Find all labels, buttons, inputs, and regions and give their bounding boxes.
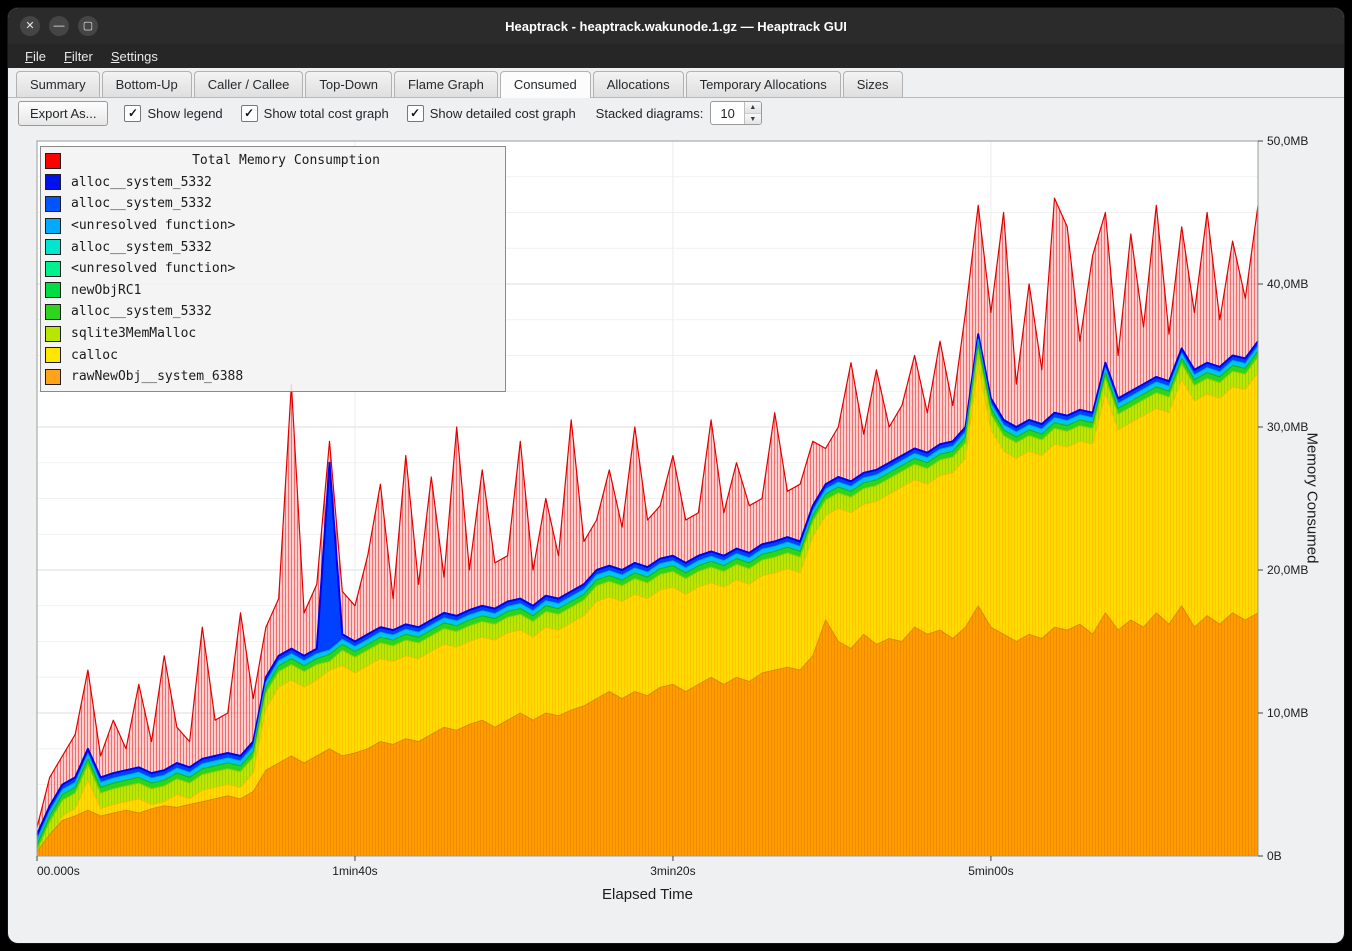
app-window: Heaptrack - heaptrack.wakunode.1.gz — He… — [8, 8, 1344, 943]
close-button[interactable]: ✕ — [20, 16, 40, 36]
y-tick-label: 50,0MB — [1267, 134, 1308, 148]
spin-buttons: ▲ ▼ — [744, 102, 761, 124]
legend-label: alloc__system_5332 — [71, 240, 212, 255]
checkbox-label: Show legend — [147, 106, 222, 121]
legend-label: <unresolved function> — [71, 218, 235, 233]
stacked-diagrams-spinbox[interactable]: 10 ▲ ▼ — [710, 101, 761, 125]
chart-legend: Total Memory Consumption alloc__system_53… — [40, 146, 506, 392]
legend-label: rawNewObj__system_6388 — [71, 369, 243, 384]
legend-title: Total Memory Consumption — [71, 153, 501, 168]
checkbox-box[interactable]: ✓ — [241, 105, 258, 122]
stacked-diagrams-label: Stacked diagrams: — [596, 106, 704, 121]
toolbar: Export As... ✓ Show legend ✓ Show total cos… — [8, 98, 1344, 128]
legend-item: alloc__system_5332 — [45, 301, 501, 323]
titlebar: Heaptrack - heaptrack.wakunode.1.gz — He… — [8, 8, 1344, 44]
legend-swatch — [45, 261, 61, 277]
tab-temporary-allocations[interactable]: Temporary Allocations — [686, 71, 841, 97]
menu-filter[interactable]: Filter — [55, 47, 102, 66]
tab-bottom-up[interactable]: Bottom-Up — [102, 71, 192, 97]
chart-area: 00.000s 1min40s 3min20s 5min00s 0B 10,0MB 20,0… — [8, 128, 1344, 943]
legend-label: <unresolved function> — [71, 261, 235, 276]
spin-up-button[interactable]: ▲ — [745, 102, 761, 114]
legend-item: alloc__system_5332 — [45, 236, 501, 258]
legend-swatch — [45, 239, 61, 255]
x-tick-label: 1min40s — [332, 864, 377, 878]
checkbox-label: Show detailed cost graph — [430, 106, 576, 121]
menu-file[interactable]: File — [16, 47, 55, 66]
legend-swatch — [45, 174, 61, 190]
y-tick-label: 20,0MB — [1267, 563, 1308, 577]
legend-label: alloc__system_5332 — [71, 304, 212, 319]
legend-item: alloc__system_5332 — [45, 193, 501, 215]
y-tick-label: 40,0MB — [1267, 277, 1308, 291]
maximize-button[interactable]: ▢ — [78, 16, 98, 36]
toolbar-checkboxes: ✓ Show legend ✓ Show total cost graph ✓ Show … — [124, 105, 575, 122]
stacked-diagrams-group: Stacked diagrams: 10 ▲ ▼ — [596, 101, 762, 125]
legend-item: <unresolved function> — [45, 258, 501, 280]
y-tick-label: 10,0MB — [1267, 706, 1308, 720]
legend-swatch — [45, 218, 61, 234]
legend-label: sqlite3MemMalloc — [71, 326, 196, 341]
checkbox-label: Show total cost graph — [264, 106, 389, 121]
tab-consumed[interactable]: Consumed — [500, 71, 591, 98]
stacked-diagrams-value[interactable]: 10 — [711, 102, 743, 124]
tab-top-down[interactable]: Top-Down — [305, 71, 392, 97]
legend-swatch — [45, 347, 61, 363]
window-controls: ✕ — ▢ — [8, 16, 98, 36]
legend-label: newObjRC1 — [71, 283, 141, 298]
legend-item: calloc — [45, 344, 501, 366]
checkbox-show-total-cost-graph[interactable]: ✓ Show total cost graph — [241, 105, 389, 122]
legend-title-row: Total Memory Consumption — [45, 150, 501, 172]
legend-item: rawNewObj__system_6388 — [45, 366, 501, 388]
legend-item: <unresolved function> — [45, 215, 501, 237]
legend-label: alloc__system_5332 — [71, 175, 212, 190]
window-title: Heaptrack - heaptrack.wakunode.1.gz — He… — [8, 19, 1344, 34]
x-tick-label: 00.000s — [37, 864, 80, 878]
legend-swatch — [45, 369, 61, 385]
tab-caller-callee[interactable]: Caller / Callee — [194, 71, 304, 97]
menubar: FileFilterSettings — [8, 44, 1344, 68]
checkbox-show-legend[interactable]: ✓ Show legend — [124, 105, 222, 122]
checkbox-show-detailed-cost-graph[interactable]: ✓ Show detailed cost graph — [407, 105, 576, 122]
menu-settings[interactable]: Settings — [102, 47, 167, 66]
x-axis-label: Elapsed Time — [37, 886, 1258, 903]
spin-down-button[interactable]: ▼ — [745, 114, 761, 125]
tabbar: SummaryBottom-UpCaller / CalleeTop-DownF… — [8, 68, 1344, 98]
tab-sizes[interactable]: Sizes — [843, 71, 903, 97]
legend-label: calloc — [71, 348, 118, 363]
export-as-button[interactable]: Export As... — [18, 101, 108, 126]
y-tick-label: 30,0MB — [1267, 420, 1308, 434]
legend-swatch — [45, 196, 61, 212]
legend-swatch — [45, 304, 61, 320]
tab-summary[interactable]: Summary — [16, 71, 100, 97]
tab-flame-graph[interactable]: Flame Graph — [394, 71, 498, 97]
checkbox-box[interactable]: ✓ — [407, 105, 424, 122]
legend-item: alloc__system_5332 — [45, 172, 501, 194]
legend-swatch — [45, 282, 61, 298]
legend-swatch-total — [45, 153, 61, 169]
tab-allocations[interactable]: Allocations — [593, 71, 684, 97]
minimize-button[interactable]: — — [49, 16, 69, 36]
x-tick-label: 5min00s — [968, 864, 1013, 878]
legend-swatch — [45, 326, 61, 342]
checkbox-box[interactable]: ✓ — [124, 105, 141, 122]
y-tick-label: 0B — [1267, 849, 1282, 863]
x-tick-label: 3min20s — [650, 864, 695, 878]
y-axis-label: Memory Consumed — [1304, 433, 1321, 564]
legend-label: alloc__system_5332 — [71, 196, 212, 211]
legend-item: newObjRC1 — [45, 280, 501, 302]
legend-item: sqlite3MemMalloc — [45, 323, 501, 345]
